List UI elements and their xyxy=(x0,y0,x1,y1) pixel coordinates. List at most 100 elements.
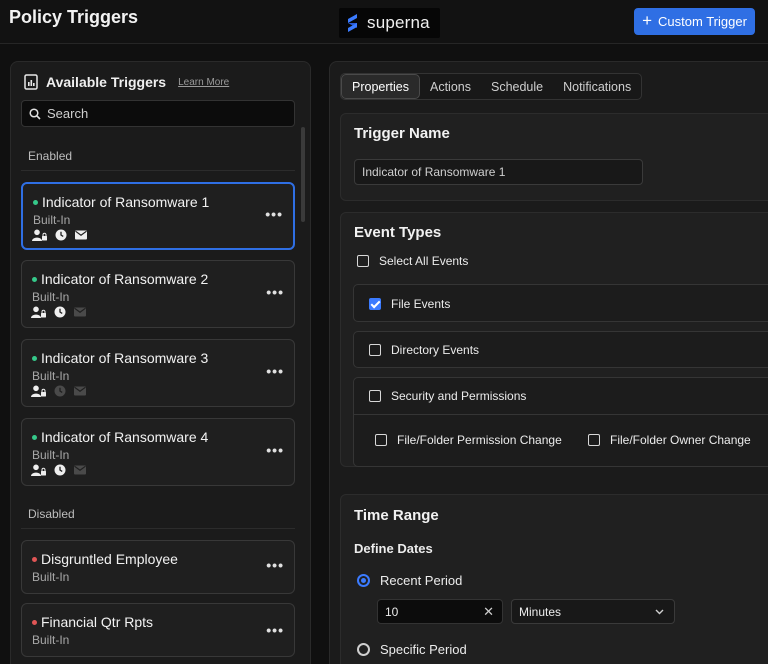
panel-header: Available Triggers Learn More xyxy=(24,74,229,90)
period-value: 10 xyxy=(385,604,399,619)
trigger-name: Indicator of Ransomware 4 xyxy=(41,429,209,445)
divider xyxy=(354,414,768,415)
page-title: Policy Triggers xyxy=(9,7,139,27)
more-options-icon[interactable]: ••• xyxy=(266,557,284,573)
learn-more-link[interactable]: Learn More xyxy=(178,77,229,88)
mail-icon xyxy=(74,386,86,396)
checkbox xyxy=(588,434,600,446)
disabled-status-dot xyxy=(32,556,37,562)
trigger-title: Indicator of Ransomware 3 xyxy=(32,350,208,366)
owner-change-checkbox[interactable]: File/Folder Owner Change xyxy=(588,433,751,447)
trigger-card[interactable]: Financial Qtr Rpts Built-In ••• xyxy=(21,603,295,657)
file-events-checkbox[interactable]: File Events xyxy=(369,297,450,311)
more-options-icon[interactable]: ••• xyxy=(266,363,284,379)
period-value-input[interactable]: 10 ✕ xyxy=(377,599,503,624)
enabled-status-dot xyxy=(32,276,37,282)
recent-period-label: Recent Period xyxy=(380,573,463,588)
enabled-status-dot xyxy=(32,434,37,440)
period-unit-value: Minutes xyxy=(519,604,562,619)
perm-change-checkbox[interactable]: File/Folder Permission Change xyxy=(375,433,562,447)
more-options-icon[interactable]: ••• xyxy=(266,442,284,458)
security-permissions-checkbox[interactable]: Security and Permissions xyxy=(369,389,526,403)
trigger-name-section: Trigger Name Indicator of Ransomware 1 xyxy=(340,113,768,201)
specific-period-radio[interactable]: Specific Period xyxy=(357,642,467,657)
clock-icon xyxy=(54,385,66,397)
checkbox-checked xyxy=(369,298,381,310)
trigger-name-input[interactable]: Indicator of Ransomware 1 xyxy=(354,159,643,185)
tab-properties[interactable]: Properties xyxy=(341,74,420,99)
trigger-name: Indicator of Ransomware 3 xyxy=(41,350,209,366)
plus-icon: + xyxy=(642,11,653,30)
event-types-section: Event Types Select All Events File Event… xyxy=(340,212,768,467)
mail-icon xyxy=(74,307,86,317)
chevron-down-icon xyxy=(655,609,664,615)
disabled-status-dot xyxy=(32,619,37,625)
divider xyxy=(21,170,295,171)
trigger-card[interactable]: Indicator of Ransomware 2 Built-In ••• xyxy=(21,260,295,328)
select-all-events-label: Select All Events xyxy=(379,254,469,268)
radio-unselected xyxy=(357,643,370,656)
security-permissions-group: Security and Permissions File/Folder Per… xyxy=(353,377,768,467)
trigger-name: Indicator of Ransomware 1 xyxy=(42,194,210,210)
panel-title: Available Triggers xyxy=(46,74,167,90)
trigger-title: Disgruntled Employee xyxy=(32,551,178,567)
search-input[interactable] xyxy=(47,106,277,121)
clear-icon[interactable]: ✕ xyxy=(483,604,494,620)
period-unit-select[interactable]: Minutes xyxy=(511,599,675,624)
trigger-card[interactable]: Indicator of Ransomware 3 Built-In ••• xyxy=(21,339,295,407)
tab-schedule[interactable]: Schedule xyxy=(481,74,553,99)
custom-trigger-label: Custom Trigger xyxy=(658,14,747,29)
trigger-name: Disgruntled Employee xyxy=(41,551,178,567)
select-all-events-checkbox[interactable]: Select All Events xyxy=(357,254,468,268)
trigger-title: Financial Qtr Rpts xyxy=(32,614,153,630)
trigger-type: Built-In xyxy=(32,633,70,647)
superna-logo: superna xyxy=(339,8,440,38)
trigger-title: Indicator of Ransomware 2 xyxy=(32,271,208,287)
directory-events-checkbox[interactable]: Directory Events xyxy=(369,343,479,357)
trigger-icons xyxy=(31,306,86,318)
trigger-icons xyxy=(31,385,86,397)
disabled-section-label: Disabled xyxy=(28,507,75,521)
trigger-card[interactable]: Disgruntled Employee Built-In ••• xyxy=(21,540,295,594)
radio-selected xyxy=(357,574,370,587)
directory-events-label: Directory Events xyxy=(391,343,480,357)
owner-change-label: File/Folder Owner Change xyxy=(610,433,751,447)
superna-logo-icon xyxy=(348,14,357,32)
checkbox xyxy=(369,344,381,356)
user-lock-icon xyxy=(31,385,46,397)
custom-trigger-button[interactable]: + Custom Trigger xyxy=(634,8,755,35)
more-options-icon[interactable]: ••• xyxy=(266,622,284,638)
trigger-title: Indicator of Ransomware 1 xyxy=(33,194,209,210)
mail-icon xyxy=(74,465,86,475)
user-lock-icon xyxy=(31,464,46,476)
perm-change-label: File/Folder Permission Change xyxy=(397,433,562,447)
time-range-title: Time Range xyxy=(354,507,439,524)
trigger-card[interactable]: Indicator of Ransomware 1 Built-In ••• xyxy=(21,182,295,250)
trigger-name-title: Trigger Name xyxy=(354,125,450,142)
specific-period-label: Specific Period xyxy=(380,642,467,657)
user-lock-icon xyxy=(31,306,46,318)
directory-events-row: Directory Events xyxy=(353,331,768,368)
trigger-icons xyxy=(31,464,86,476)
more-options-icon[interactable]: ••• xyxy=(266,284,284,300)
checkbox xyxy=(369,390,381,402)
search-icon xyxy=(29,107,41,120)
scrollbar[interactable] xyxy=(301,127,305,222)
trigger-card[interactable]: Indicator of Ransomware 4 Built-In ••• xyxy=(21,418,295,486)
trigger-type: Built-In xyxy=(32,570,70,584)
checkbox xyxy=(357,255,369,267)
trigger-icons xyxy=(32,229,87,241)
trigger-title: Indicator of Ransomware 4 xyxy=(32,429,208,445)
tab-notifications[interactable]: Notifications xyxy=(553,74,641,99)
mail-icon xyxy=(75,230,87,240)
recent-period-radio[interactable]: Recent Period xyxy=(357,573,462,588)
tab-actions[interactable]: Actions xyxy=(420,74,481,99)
define-dates-label: Define Dates xyxy=(354,541,433,556)
security-permissions-label: Security and Permissions xyxy=(391,389,527,403)
time-range-section: Time Range Define Dates Recent Period 10… xyxy=(340,494,768,664)
report-icon xyxy=(24,74,38,90)
trigger-type: Built-In xyxy=(32,290,70,304)
event-types-title: Event Types xyxy=(354,224,442,241)
more-options-icon[interactable]: ••• xyxy=(265,206,283,222)
search-box xyxy=(21,100,295,127)
